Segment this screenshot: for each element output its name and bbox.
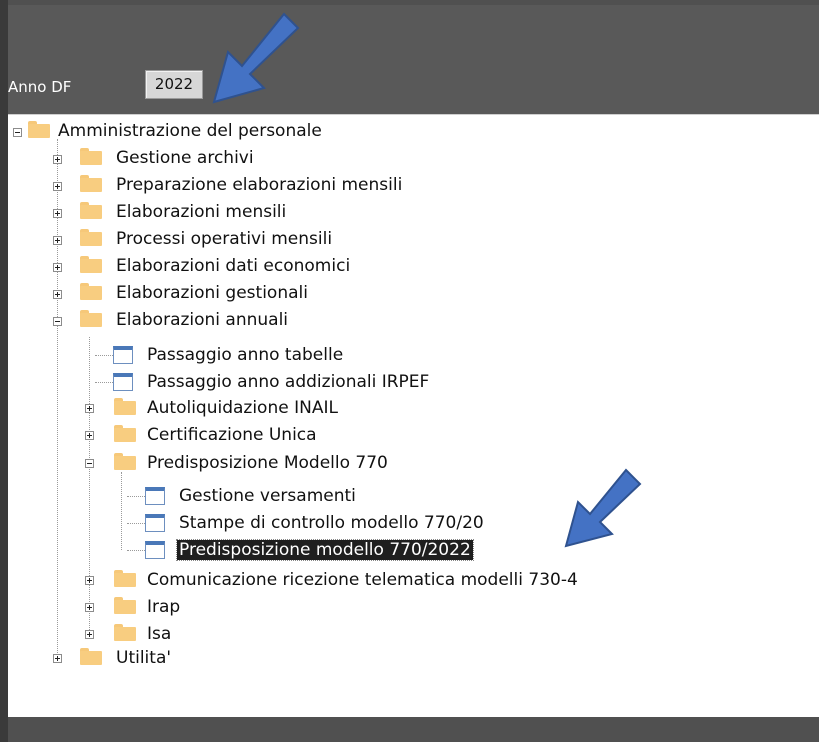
expand-toggle-icon[interactable] — [85, 576, 94, 585]
folder-icon — [114, 570, 136, 587]
tree-node-utilita[interactable]: Utilita' — [114, 645, 173, 672]
status-bar — [8, 717, 819, 742]
collapse-toggle-icon[interactable] — [13, 128, 22, 137]
folder-icon — [114, 425, 136, 442]
tree-line — [95, 382, 113, 383]
tree-node-predisposizione-2022[interactable]: Predisposizione modello 770/2022 — [176, 537, 474, 564]
anno-df-label: Anno DF — [8, 78, 72, 96]
collapse-toggle-icon[interactable] — [85, 459, 94, 468]
tree-node-label: Elaborazioni dati economici — [116, 256, 351, 276]
tree-node-label: Elaborazioni annuali — [116, 310, 289, 330]
tree-panel: Amministrazione del personale Gestione a… — [8, 114, 819, 718]
tree-line — [127, 496, 145, 497]
window-left-edge — [0, 0, 8, 742]
folder-icon — [80, 648, 102, 665]
folder-icon — [80, 229, 102, 246]
tree-node-amministrazione[interactable]: Amministrazione del personale — [56, 118, 324, 145]
expand-toggle-icon[interactable] — [53, 290, 62, 299]
tree-node-label: Gestione versamenti — [179, 486, 356, 506]
folder-icon — [114, 453, 136, 470]
anno-df-input[interactable]: 2022 — [145, 70, 203, 99]
tree-node-label: Stampe di controllo modello 770/20 — [179, 513, 484, 533]
arrow-pointer-icon — [564, 468, 642, 548]
tree-node-dati-economici[interactable]: Elaborazioni dati economici — [114, 253, 352, 280]
tree-node-label: Autoliquidazione INAIL — [147, 398, 338, 418]
tree-node-comunicazione[interactable]: Comunicazione ricezione telematica model… — [145, 567, 580, 594]
folder-icon — [80, 283, 102, 300]
tree-line — [127, 550, 145, 551]
tree-node-label: Elaborazioni mensili — [116, 202, 287, 222]
tree-node-passaggio-irpef[interactable]: Passaggio anno addizionali IRPEF — [145, 369, 431, 396]
tree-node-label: Elaborazioni gestionali — [116, 283, 308, 303]
document-icon — [113, 346, 133, 364]
expand-toggle-icon[interactable] — [53, 209, 62, 218]
tree-node-label: Certificazione Unica — [147, 425, 317, 445]
tree-node-label: Preparazione elaborazioni mensili — [116, 175, 403, 195]
tree-node-stampe-controllo[interactable]: Stampe di controllo modello 770/20 — [177, 510, 486, 537]
tree-line — [121, 472, 122, 550]
tree-node-predisposizione-770[interactable]: Predisposizione Modello 770 — [145, 450, 390, 477]
expand-toggle-icon[interactable] — [53, 155, 62, 164]
tree-node-certificazione[interactable]: Certificazione Unica — [145, 422, 319, 449]
folder-icon — [80, 256, 102, 273]
tree-node-label: Passaggio anno tabelle — [147, 345, 344, 365]
tree-node-gestione-archivi[interactable]: Gestione archivi — [114, 145, 256, 172]
folder-icon — [28, 121, 50, 138]
tree-node-elaborazioni-mensili[interactable]: Elaborazioni mensili — [114, 199, 288, 226]
expand-toggle-icon[interactable] — [53, 236, 62, 245]
tree-node-label: Predisposizione Modello 770 — [147, 453, 388, 473]
document-icon — [113, 373, 133, 391]
folder-icon — [114, 624, 136, 641]
tree-node-processi[interactable]: Processi operativi mensili — [114, 226, 334, 253]
tree-node-autoliquidazione[interactable]: Autoliquidazione INAIL — [145, 395, 340, 422]
document-icon — [145, 541, 165, 559]
tree-node-label: Irap — [147, 597, 181, 617]
tree-node-irap[interactable]: Irap — [145, 594, 182, 621]
tree-node-preparazione[interactable]: Preparazione elaborazioni mensili — [114, 172, 404, 199]
document-icon — [145, 487, 165, 505]
expand-toggle-icon[interactable] — [85, 431, 94, 440]
folder-icon — [80, 202, 102, 219]
tree-node-label: Gestione archivi — [116, 148, 254, 168]
expand-toggle-icon[interactable] — [85, 404, 94, 413]
folder-icon — [80, 148, 102, 165]
tree-node-label: Isa — [147, 624, 172, 644]
folder-icon — [80, 310, 102, 327]
tree-line — [89, 337, 90, 634]
folder-icon — [114, 597, 136, 614]
tree-line — [127, 523, 145, 524]
tree-node-label: Amministrazione del personale — [58, 121, 322, 141]
expand-toggle-icon[interactable] — [53, 263, 62, 272]
expand-toggle-icon[interactable] — [53, 654, 62, 663]
tree-line — [95, 355, 113, 356]
expand-toggle-icon[interactable] — [53, 182, 62, 191]
document-icon — [145, 514, 165, 532]
collapse-toggle-icon[interactable] — [53, 317, 62, 326]
tree-node-isa[interactable]: Isa — [145, 621, 173, 648]
tree-node-label: Comunicazione ricezione telematica model… — [147, 570, 578, 590]
tree-node-annuali[interactable]: Elaborazioni annuali — [114, 307, 290, 334]
tree-node-passaggio-tabelle[interactable]: Passaggio anno tabelle — [145, 342, 345, 369]
tree-node-gestionali[interactable]: Elaborazioni gestionali — [114, 280, 310, 307]
expand-toggle-icon[interactable] — [85, 630, 94, 639]
tree-node-label: Processi operativi mensili — [116, 229, 333, 249]
folder-icon — [80, 175, 102, 192]
folder-icon — [114, 398, 136, 415]
tree-node-gestione-versamenti[interactable]: Gestione versamenti — [177, 483, 358, 510]
tree-node-label: Utilita' — [116, 648, 172, 668]
header-bar — [8, 5, 819, 114]
tree-node-label: Predisposizione modello 770/2022 — [176, 539, 474, 561]
tree-node-label: Passaggio anno addizionali IRPEF — [147, 372, 430, 392]
arrow-pointer-icon — [212, 12, 300, 104]
expand-toggle-icon[interactable] — [85, 603, 94, 612]
